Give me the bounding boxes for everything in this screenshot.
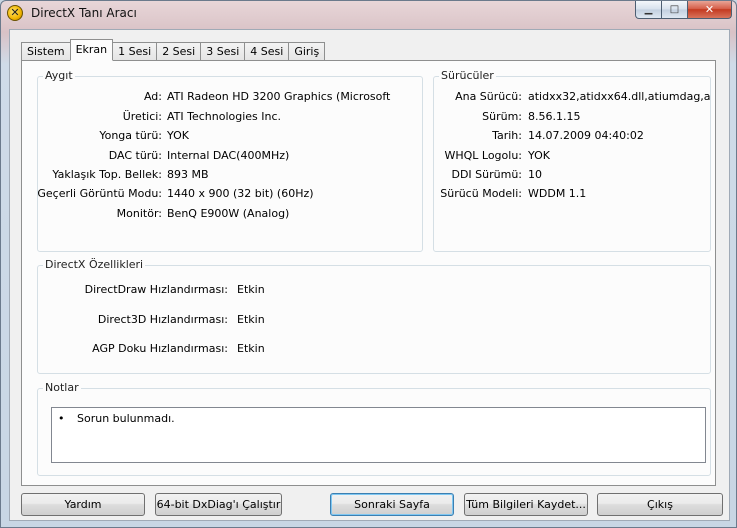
directx-features-group: DirectX Özellikleri DirectDraw Hızlandır… (37, 258, 711, 374)
minimize-button[interactable]: ▁ (635, 1, 662, 19)
chip-type-value: YOK (167, 129, 189, 142)
client-area: Sistem Ekran 1 Sesi 2 Sesi 3 Sesi 4 Sesi… (9, 29, 730, 521)
exit-button[interactable]: Çıkış (597, 493, 723, 516)
drivers-group: Sürücüler Ana Sürücü: atidxx32,atidxx64.… (433, 69, 711, 252)
tab-ekran[interactable]: Ekran (69, 39, 114, 61)
total-memory-label: Yaklaşık Top. Bellek: (52, 168, 162, 181)
save-all-info-button[interactable]: Tüm Bilgileri Kaydet... (464, 493, 588, 516)
maximize-button[interactable]: □ (662, 1, 688, 19)
device-group: Aygıt Ad: ATI Radeon HD 3200 Graphics (M… (37, 69, 423, 252)
directdraw-value: Etkin (237, 283, 265, 296)
agp-value: Etkin (237, 342, 265, 355)
display-mode-label: Geçerli Görüntü Modu: (37, 187, 162, 200)
tab-sistem[interactable]: Sistem (21, 42, 70, 61)
close-button[interactable]: ✕ (688, 1, 732, 19)
driver-model-label: Sürücü Modeli: (440, 187, 522, 200)
tab-sound-2[interactable]: 2 Sesi (156, 42, 201, 61)
dac-type-value: Internal DAC(400MHz) (167, 149, 290, 162)
chip-type-label: Yonga türü: (99, 129, 162, 142)
driver-date-label: Tarih: (492, 129, 522, 142)
whql-value: YOK (528, 149, 550, 162)
drivers-group-title: Sürücüler (439, 69, 496, 82)
notes-title: Notlar (43, 381, 81, 394)
device-name-label: Ad: (143, 90, 162, 103)
driver-version-label: Sürüm: (482, 110, 522, 123)
main-driver-value: atidxx32,atidxx64.dll,atiumdag,atium (528, 90, 710, 103)
driver-date-value: 14.07.2009 04:40:02 (528, 129, 644, 142)
notes-group: Notlar • Sorun bulunmadı. (37, 381, 711, 476)
display-mode-value: 1440 x 900 (32 bit) (60Hz) (167, 187, 314, 200)
dxdiag-window: ✕ DirectX Tanı Aracı ▁ □ ✕ Sistem Ekran … (0, 0, 737, 528)
direct3d-value: Etkin (237, 313, 265, 326)
manufacturer-value: ATI Technologies Inc. (167, 110, 282, 123)
driver-version-value: 8.56.1.15 (528, 110, 581, 123)
note-item: Sorun bulunmadı. (77, 412, 175, 425)
display-panel: Aygıt Ad: ATI Radeon HD 3200 Graphics (M… (21, 60, 716, 486)
run-64bit-dxdiag-button[interactable]: 64-bit DxDiag'ı Çalıştır (155, 493, 282, 516)
dac-type-label: DAC türü: (108, 149, 162, 162)
ddi-version-label: DDI Sürümü: (451, 168, 522, 181)
monitor-label: Monitör: (116, 207, 162, 220)
caption-buttons: ▁ □ ✕ (635, 1, 732, 20)
help-button[interactable]: Yardım (21, 493, 145, 516)
notes-bullet: • (58, 412, 65, 425)
directx-icon: ✕ (7, 5, 23, 21)
directx-features-title: DirectX Özellikleri (43, 258, 146, 271)
device-group-title: Aygıt (43, 69, 75, 82)
monitor-value: BenQ E900W (Analog) (167, 207, 290, 220)
notes-textbox[interactable]: • Sorun bulunmadı. (51, 407, 706, 463)
tab-sound-4[interactable]: 4 Sesi (244, 42, 289, 61)
main-driver-label: Ana Sürücü: (455, 90, 522, 103)
ddi-version-value: 10 (528, 168, 542, 181)
next-page-button[interactable]: Sonraki Sayfa (330, 493, 454, 516)
tab-strip: Sistem Ekran 1 Sesi 2 Sesi 3 Sesi 4 Sesi… (21, 39, 326, 61)
tab-sound-1[interactable]: 1 Sesi (112, 42, 157, 61)
window-title: DirectX Tanı Aracı (31, 6, 137, 20)
title-bar[interactable]: ✕ DirectX Tanı Aracı ▁ □ ✕ (1, 1, 736, 27)
tab-giris[interactable]: Giriş (288, 42, 326, 61)
directdraw-label: DirectDraw Hızlandırması: (84, 283, 228, 296)
manufacturer-label: Üretici: (122, 110, 162, 123)
driver-model-value: WDDM 1.1 (528, 187, 587, 200)
agp-label: AGP Doku Hızlandırması: (92, 342, 228, 355)
whql-label: WHQL Logolu: (444, 149, 522, 162)
tab-sound-3[interactable]: 3 Sesi (200, 42, 245, 61)
total-memory-value: 893 MB (167, 168, 209, 181)
direct3d-label: Direct3D Hızlandırması: (97, 313, 228, 326)
device-name-value: ATI Radeon HD 3200 Graphics (Microsoft (167, 90, 391, 103)
